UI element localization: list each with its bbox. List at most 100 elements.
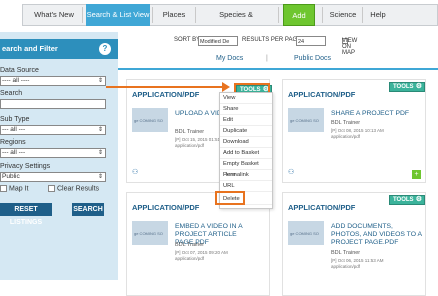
select-arrows-icon: ⇕ xyxy=(97,127,103,133)
select-arrows-icon: ⇕ xyxy=(97,150,103,156)
tab-separator: | xyxy=(266,55,268,62)
map-it-label: Map It xyxy=(9,185,29,193)
results-area: SORT BY Modified De RESULTS PER PAGE 24 … xyxy=(118,32,438,296)
people-icon[interactable]: ⚇ xyxy=(132,168,138,176)
regions-select[interactable]: --- all --- ⇕ xyxy=(0,148,106,158)
document-thumbnail[interactable]: ge COMING SO xyxy=(288,221,324,245)
tab-public-docs[interactable]: Public Docs xyxy=(294,55,331,62)
card-type: APPLICATION/PDF xyxy=(288,90,356,99)
regions-label: Regions xyxy=(0,139,26,146)
privacy-settings-label: Privacy Settings xyxy=(0,163,51,170)
clear-results-label: Clear Results xyxy=(57,185,100,193)
search-input[interactable] xyxy=(0,99,106,109)
menu-item-add-to-basket[interactable]: Add to Basket xyxy=(220,148,272,159)
nav-add-new[interactable]: Add New xyxy=(283,4,315,42)
sub-type-value: --- all --- xyxy=(2,126,26,133)
privacy-settings-value: Public xyxy=(2,173,20,180)
docs-tabs: My Docs | Public Docs xyxy=(118,52,438,66)
checkbox-box[interactable] xyxy=(48,185,55,192)
card-mime: application/pdf xyxy=(175,256,205,261)
thumbnail-text: ge COMING SO xyxy=(134,231,163,236)
help-icon[interactable]: ? xyxy=(99,43,111,55)
data-source-label: Data Source xyxy=(0,67,39,74)
top-navigation: What's New Search & List View Places Spe… xyxy=(0,0,438,42)
sidebar-header: earch and Filter ? xyxy=(0,39,118,59)
annotation-arrow xyxy=(106,86,226,88)
document-thumbnail[interactable]: ge COMING SO xyxy=(132,108,168,132)
menu-item-download[interactable]: Download xyxy=(220,137,272,148)
nav-whats-new[interactable]: What's New xyxy=(30,4,78,26)
card-mime: application/pdf xyxy=(331,134,361,139)
search-label: Search xyxy=(0,90,23,97)
nav-species-environment[interactable]: Species & Environment xyxy=(198,4,274,41)
tools-label: TOOLS xyxy=(393,197,414,203)
gear-icon: ⚙ xyxy=(415,196,422,203)
add-to-basket-icon[interactable]: + xyxy=(412,170,421,179)
nav-separator xyxy=(278,7,279,23)
results-per-page-value: 24 xyxy=(298,39,305,45)
tools-button[interactable]: TOOLS ⚙ xyxy=(389,82,425,92)
clear-results-checkbox[interactable]: Clear Results xyxy=(48,185,99,192)
nav-separator xyxy=(322,7,323,23)
card-mime: application/pdf xyxy=(175,143,205,148)
menu-item-permalink[interactable]: Permalink xyxy=(220,170,272,181)
select-arrows-icon: ⇕ xyxy=(97,174,103,180)
nav-separator xyxy=(195,7,196,23)
regions-value: --- all --- xyxy=(2,149,26,156)
card-title[interactable]: SHARE A PROJECT PDF xyxy=(331,110,423,118)
sort-by-label: SORT BY xyxy=(174,37,201,43)
arrow-head-icon xyxy=(222,82,230,92)
document-thumbnail[interactable]: ge COMING SO xyxy=(132,221,168,245)
tools-button[interactable]: TOOLS ⚙ xyxy=(389,195,425,205)
map-it-checkbox[interactable]: Map It xyxy=(0,185,28,192)
card-mime: application/pdf xyxy=(331,264,361,269)
checkbox-box[interactable] xyxy=(0,185,7,192)
document-thumbnail[interactable]: ge COMING SO xyxy=(288,108,324,132)
thumbnail-text: ge COMING SO xyxy=(290,231,319,236)
nav-science[interactable]: Science xyxy=(326,4,360,26)
document-card[interactable]: TOOLS ⚙ APPLICATION/PDF ge COMING SO ADD … xyxy=(282,192,426,296)
card-author[interactable]: BDL Trainer xyxy=(331,120,360,126)
privacy-settings-select[interactable]: Public ⇕ xyxy=(0,172,106,182)
sort-bar: SORT BY Modified De RESULTS PER PAGE 24 … xyxy=(118,36,438,56)
tabs-divider xyxy=(118,68,438,70)
sub-type-label: Sub Type xyxy=(0,116,30,123)
search-button[interactable]: SEARCH xyxy=(72,203,104,216)
nav-separator xyxy=(152,7,153,23)
menu-item-duplicate[interactable]: Duplicate xyxy=(220,126,272,137)
nav-places[interactable]: Places xyxy=(156,4,192,26)
thumbnail-text: ge COMING SO xyxy=(134,118,163,123)
gear-icon: ⚙ xyxy=(415,83,422,90)
card-type: APPLICATION/PDF xyxy=(132,203,200,212)
tab-my-docs[interactable]: My Docs xyxy=(216,55,243,62)
menu-item-view[interactable]: View xyxy=(220,93,272,104)
thumbnail-text: ge COMING SO xyxy=(290,118,319,123)
tools-label: TOOLS xyxy=(393,84,414,90)
nav-separator xyxy=(82,7,83,23)
data-source-select[interactable]: ---- all ---- ⇕ xyxy=(0,76,106,86)
card-type: APPLICATION/PDF xyxy=(288,203,356,212)
sort-by-value: Modified De xyxy=(200,39,230,45)
card-author[interactable]: BDL Trainer xyxy=(331,250,360,256)
card-author[interactable]: BDL Trainer xyxy=(175,129,204,135)
results-per-page-label: RESULTS PER PAGE xyxy=(242,37,302,43)
search-filter-sidebar: earch and Filter ? Data Source ---- all … xyxy=(0,32,118,280)
sort-by-select[interactable]: Modified De xyxy=(198,36,238,46)
card-title[interactable]: ADD DOCUMENTS, PHOTOS, AND VIDEOS TO A P… xyxy=(331,223,423,247)
results-per-page-select[interactable]: 24 xyxy=(296,36,326,46)
document-card[interactable]: TOOLS ⚙ APPLICATION/PDF ge COMING SO SHAR… xyxy=(282,79,426,183)
reset-listings-button[interactable]: RESET LISTINGS xyxy=(0,203,52,226)
sidebar-title: earch and Filter xyxy=(2,44,58,53)
data-source-value: ---- all ---- xyxy=(2,77,30,84)
people-icon[interactable]: ⚇ xyxy=(288,168,294,176)
menu-item-empty-basket-here[interactable]: Empty Basket Here xyxy=(220,159,272,178)
select-arrows-icon: ⇕ xyxy=(97,78,103,84)
nav-separator xyxy=(362,7,363,23)
menu-item-share[interactable]: Share xyxy=(220,104,272,115)
nav-search-list-view[interactable]: Search & List View xyxy=(86,4,150,26)
card-author[interactable]: BDL Trainer xyxy=(175,242,204,248)
card-type: APPLICATION/PDF xyxy=(132,90,200,99)
nav-help[interactable]: Help xyxy=(366,4,390,26)
sub-type-select[interactable]: --- all --- ⇕ xyxy=(0,125,106,135)
menu-item-edit[interactable]: Edit xyxy=(220,115,272,126)
